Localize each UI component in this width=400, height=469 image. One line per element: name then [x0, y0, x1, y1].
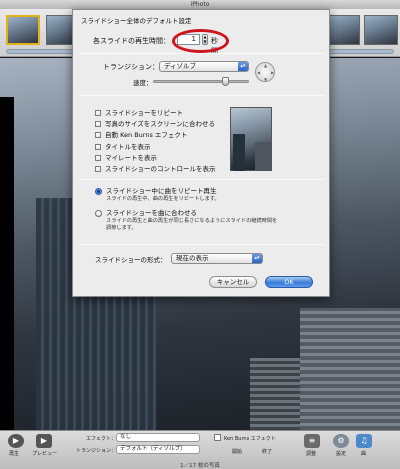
format-label: スライドショーの形式：	[95, 256, 167, 264]
chevron-updown-icon: ▴▾	[252, 254, 262, 263]
option-checkbox[interactable]	[95, 121, 101, 128]
adjust-label: 調整	[306, 451, 317, 457]
filmstrip-thumbnail[interactable]	[6, 15, 40, 45]
effect-select[interactable]: なし	[116, 433, 200, 442]
arrow-right-icon[interactable]: ▶	[271, 70, 274, 75]
music-radio[interactable]	[95, 210, 102, 217]
format-select[interactable]: 現在の表示 ▴▾	[171, 253, 263, 264]
effect-value: なし	[120, 434, 132, 440]
option-checkbox[interactable]	[95, 166, 101, 172]
divider	[79, 53, 325, 54]
app-title: iPhoto	[190, 1, 210, 8]
music-option-label: スライドショー中に曲をリピート再生	[106, 187, 217, 195]
option-label: 自動 Ken Burns エフェクト	[105, 131, 188, 140]
gear-icon[interactable]: ⚙	[333, 434, 349, 448]
end-label: 終了	[262, 449, 273, 455]
filmstrip-thumbnail[interactable]	[364, 15, 398, 45]
photo-count-status: 1／17 枚の写真	[180, 463, 220, 469]
option-checkbox[interactable]	[95, 154, 101, 161]
slide-preview-image	[230, 107, 272, 171]
speed-slider-thumb[interactable]	[221, 77, 229, 86]
music-radio[interactable]	[95, 188, 102, 195]
play-label: 再生	[9, 451, 20, 457]
music-option-desc: スライドの再生と曲の再生が同じ長さになるようにスライドの継続時間を 調節します。	[106, 218, 277, 232]
arrow-up-icon[interactable]: ▲	[264, 63, 267, 68]
cancel-button[interactable]: キャンセル	[209, 276, 257, 288]
start-label: 開始	[232, 449, 243, 455]
photo-building	[250, 358, 302, 430]
music-icon[interactable]: ♫	[356, 434, 372, 448]
music-label: 曲	[361, 451, 367, 457]
option-checkbox[interactable]	[95, 143, 101, 150]
music-option-desc-line1: スライドの再生と曲の再生が同じ長さになるようにスライドの継続時間を	[106, 218, 278, 224]
transition-label: トランジション：	[103, 63, 159, 71]
option-label: マイレートを表示	[105, 153, 157, 162]
duration-label: 各スライドの再生時間：	[93, 37, 170, 45]
divider	[79, 95, 325, 96]
ok-button[interactable]: OK	[265, 276, 313, 288]
option-label: スライドショーのコントロールを表示	[105, 165, 216, 173]
option-label: タイトルを表示	[105, 142, 151, 151]
music-option-desc-line1: スライドの再生中、曲の再生をリピートします。	[106, 196, 220, 202]
option-label: スライドショーをリピート	[105, 109, 183, 117]
option-label: 写真のサイズをスクリーンに合わせる	[105, 120, 215, 129]
option-checkbox[interactable]	[95, 110, 101, 116]
arrow-down-icon[interactable]: ▼	[264, 77, 267, 82]
bottom-transition-label: トランジション：	[76, 448, 117, 454]
bottom-toolbar: ▶ 再生 ▶ プレビュー エフェクト： なし トランジション： デフォルト（ディ…	[0, 430, 400, 469]
preview-label: プレビュー	[32, 451, 58, 457]
divider	[79, 179, 325, 180]
transition-value: ディゾルブ	[164, 62, 197, 70]
speed-label: 速度：	[133, 79, 153, 87]
highlight-annotation	[172, 29, 229, 53]
transition-select[interactable]: ディゾルブ ▴▾	[159, 61, 249, 72]
photo-margin	[0, 97, 14, 430]
speed-slider[interactable]	[153, 77, 249, 86]
divider	[79, 244, 325, 245]
preview-icon[interactable]: ▶	[36, 434, 52, 448]
preview-building	[233, 134, 245, 171]
preview-building	[255, 142, 271, 171]
photo-building	[300, 308, 400, 430]
kenburns-checkbox[interactable]	[214, 434, 221, 441]
music-option-label: スライドショーを曲に合わせる	[106, 209, 197, 217]
arrow-left-icon[interactable]: ◀	[257, 70, 260, 75]
play-icon[interactable]: ▶	[8, 434, 24, 448]
bottom-transition-value: デフォルト（ディゾルブ）	[120, 446, 186, 452]
effect-label: エフェクト：	[86, 436, 117, 442]
bottom-transition-select[interactable]: デフォルト（ディゾルブ）	[116, 445, 200, 454]
direction-pad[interactable]: ▲ ▼ ◀ ▶	[255, 62, 275, 82]
format-value: 現在の表示	[176, 254, 209, 262]
adjust-icon[interactable]: ≡	[304, 434, 320, 448]
kenburns-label: Ken Burns エフェクト	[224, 436, 276, 442]
filmstrip-thumbnail[interactable]	[326, 15, 360, 45]
slideshow-settings-dialog: スライドショー全体のデフォルト設定 各スライドの再生時間： 1 ▲ ▼ 秒間 トラ…	[72, 9, 330, 297]
dialog-title: スライドショー全体のデフォルト設定	[81, 17, 192, 25]
settings-label: 設定	[336, 451, 347, 457]
chevron-updown-icon: ▴▾	[238, 62, 248, 71]
option-checkbox[interactable]	[95, 132, 101, 139]
app-title-bar: iPhoto	[0, 0, 400, 9]
music-option-desc: スライドの再生中、曲の再生をリピートします。	[106, 196, 220, 203]
music-option-desc-line2: 調節します。	[106, 225, 137, 231]
